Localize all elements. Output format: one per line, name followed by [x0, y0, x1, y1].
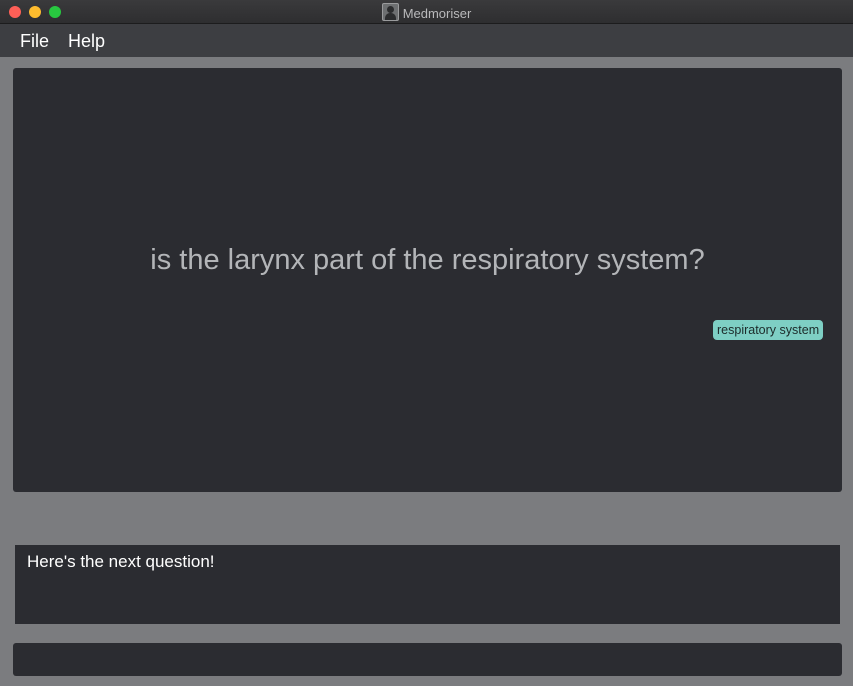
menu-help[interactable]: Help	[68, 31, 105, 51]
window-title: Medmoriser	[402, 6, 472, 21]
title-bar[interactable]: Medmoriser	[0, 0, 853, 24]
question-text: is the larynx part of the respiratory sy…	[150, 244, 705, 276]
app-icon	[381, 3, 399, 21]
flashcard-panel: is the larynx part of the respiratory sy…	[13, 68, 842, 492]
menu-file[interactable]: File	[20, 31, 49, 51]
command-input[interactable]	[13, 643, 842, 676]
result-message: Here's the next question!	[27, 552, 215, 571]
menu-bar: File Help	[0, 24, 853, 57]
command-box	[13, 643, 842, 676]
window-title-area: Medmoriser	[0, 3, 853, 23]
app-window: Medmoriser File Help is the larynx part …	[0, 0, 853, 686]
result-display: Here's the next question!	[15, 545, 840, 624]
tag-label: respiratory system	[713, 320, 824, 340]
